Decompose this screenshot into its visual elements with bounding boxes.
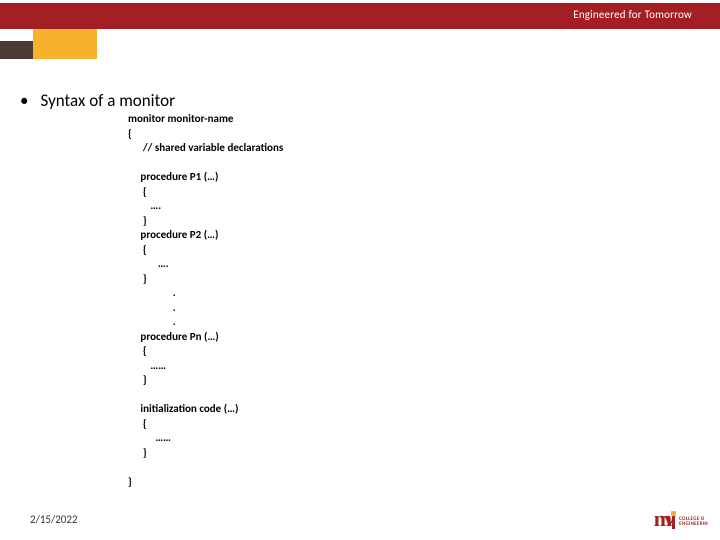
slide-heading-text: Syntax of a monitor	[40, 90, 175, 111]
bullet-dot-icon: •	[20, 92, 28, 109]
slide-heading: • Syntax of a monitor	[20, 90, 175, 111]
logo-subtext: COLLEGE O ENGINEERIN	[679, 517, 708, 527]
logo-i-stem-icon	[672, 517, 675, 529]
accent-yellow-block	[33, 29, 97, 59]
mvj-logo: m v COLLEGE O ENGINEERIN	[654, 508, 708, 530]
monitor-syntax-code: monitor monitor-name { // shared variabl…	[128, 112, 283, 489]
header-tagline: Engineered for Tomorrow	[573, 8, 692, 21]
logo-subtext-bottom: ENGINEERIN	[679, 521, 708, 527]
logo-i-glyph	[671, 511, 676, 529]
accent-brown-block	[0, 41, 33, 59]
footer-date: 2/15/2022	[30, 513, 78, 526]
logo-i-dot-icon	[671, 511, 676, 516]
